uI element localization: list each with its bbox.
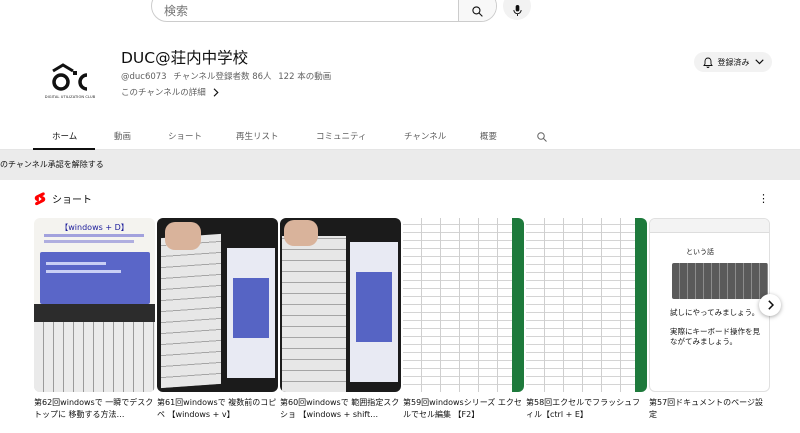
search-input[interactable]: [152, 0, 458, 21]
unapprove-link[interactable]: のチャンネル承認を解除する: [0, 159, 104, 170]
tab-channels[interactable]: チャンネル: [404, 130, 446, 142]
subscribed-label: 登録済み: [717, 57, 750, 67]
shorts-next-button[interactable]: [759, 294, 781, 316]
channel-meta: @duc6073 チャンネル登録者数 86人 122 本の動画: [121, 70, 331, 82]
short-thumbnail[interactable]: [526, 218, 647, 392]
short-card[interactable]: 【windows + D】 第62回windowsで 一瞬でデスクトップに 移動…: [34, 218, 155, 421]
short-card[interactable]: 第58回エクセルでフラッシュフィル【ctrl + E】: [526, 218, 647, 421]
thumb-text-2: 実際にキーボード操作を見ながてみましょう。: [670, 327, 760, 346]
channel-details-link[interactable]: このチャンネルの詳細: [121, 86, 219, 98]
thumb-caption: 【windows + D】: [60, 223, 129, 232]
shorts-heading-label: ショート: [52, 195, 92, 206]
search-button[interactable]: [458, 0, 496, 21]
short-thumbnail[interactable]: [157, 218, 278, 392]
more-options-icon[interactable]: ⋮: [758, 192, 769, 205]
short-card[interactable]: 第61回windowsで 複数前のコピペ 【windows + v】: [157, 218, 278, 421]
tab-shorts[interactable]: ショート: [168, 130, 202, 142]
tab-home[interactable]: ホーム: [52, 130, 77, 142]
short-thumbnail[interactable]: 【windows + D】: [34, 218, 155, 392]
search-bar: [151, 0, 497, 22]
channel-name: DUC@荘内中学校: [121, 49, 249, 67]
short-title[interactable]: 第61回windowsで 複数前のコピペ 【windows + v】: [157, 397, 278, 421]
chevron-right-icon: [767, 300, 774, 310]
voice-search-button[interactable]: [503, 0, 531, 20]
shorts-logo-icon: [34, 191, 46, 205]
short-card[interactable]: 第60回windowsで 範囲指定スクショ 【windows + shift…: [280, 218, 401, 421]
subscriber-count: チャンネル登録者数 86人: [173, 72, 272, 82]
short-title[interactable]: 第62回windowsで 一瞬でデスクトップに 移動する方法…: [34, 397, 155, 421]
short-card[interactable]: という話 試しにやってみましょう。 実際にキーボード操作を見ながてみましょう。 …: [649, 218, 770, 421]
short-title[interactable]: 第58回エクセルでフラッシュフィル【ctrl + E】: [526, 397, 647, 421]
short-title[interactable]: 第57回ドキュメントのページ設定: [649, 397, 770, 421]
short-title[interactable]: 第60回windowsで 範囲指定スクショ 【windows + shift…: [280, 397, 401, 421]
tab-about[interactable]: 概要: [480, 130, 497, 142]
shorts-heading: ショート: [34, 191, 92, 206]
channel-details-label: このチャンネルの詳細: [121, 88, 206, 98]
bell-icon: [702, 57, 713, 68]
search-icon: [537, 132, 547, 142]
video-count: 122 本の動画: [278, 72, 332, 82]
subscribed-button[interactable]: 登録済み: [694, 52, 772, 72]
thumb-caption: という話: [686, 248, 714, 256]
channel-avatar[interactable]: DIGITAL UTILIZATION CLUB: [33, 43, 107, 117]
channel-handle: @duc6073: [121, 72, 167, 82]
tab-community[interactable]: コミュニティ: [316, 130, 367, 142]
notice-strip: のチャンネル承認を解除する: [0, 150, 800, 180]
microphone-icon: [512, 4, 522, 16]
chevron-right-icon: [213, 87, 219, 97]
tab-videos[interactable]: 動画: [114, 130, 131, 142]
short-card[interactable]: 第59回windowsシリーズ エクセルでセル編集 【F2】: [403, 218, 524, 421]
channel-tabs: ホーム 動画 ショート 再生リスト コミュニティ チャンネル 概要: [0, 122, 800, 150]
chevron-down-icon: [754, 59, 764, 65]
short-thumbnail[interactable]: という話 試しにやってみましょう。 実際にキーボード操作を見ながてみましょう。: [649, 218, 770, 392]
thumb-text-1: 試しにやってみましょう。: [670, 308, 760, 317]
avatar-tagline: DIGITAL UTILIZATION CLUB: [44, 95, 96, 99]
short-title[interactable]: 第59回windowsシリーズ エクセルでセル編集 【F2】: [403, 397, 524, 421]
search-icon: [472, 5, 483, 17]
tab-playlists[interactable]: 再生リスト: [236, 130, 279, 142]
short-thumbnail[interactable]: [280, 218, 401, 392]
short-thumbnail[interactable]: [403, 218, 524, 392]
tab-search-button[interactable]: [536, 128, 548, 147]
duc-logo-icon: [52, 63, 88, 91]
